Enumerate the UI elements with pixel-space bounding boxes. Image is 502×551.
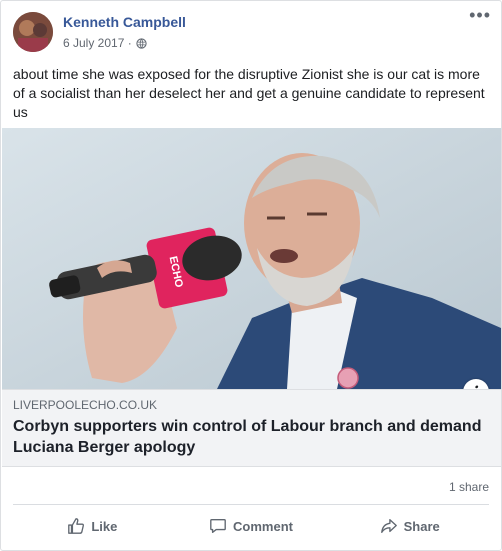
post-date[interactable]: 6 July 2017 · — [63, 36, 132, 50]
avatar[interactable] — [13, 12, 53, 52]
comment-icon — [210, 519, 226, 533]
action-bar: Like Comment Share — [13, 505, 489, 547]
share-button[interactable]: Share — [330, 505, 489, 547]
author-name[interactable]: Kenneth Campbell — [63, 14, 186, 30]
link-headline[interactable]: Corbyn supporters win control of Labour … — [13, 416, 483, 458]
post-text: about time she was exposed for the disru… — [13, 66, 485, 120]
post-card: Kenneth Campbell 6 July 2017 · ••• about… — [0, 0, 502, 551]
globe-icon — [136, 37, 147, 49]
comment-label: Comment — [233, 518, 293, 534]
thumbs-up-icon — [68, 518, 85, 534]
share-label: Share — [403, 518, 440, 534]
more-options-button[interactable]: ••• — [469, 6, 491, 24]
like-button[interactable]: Like — [13, 505, 172, 547]
link-preview[interactable]: LIVERPOOLECHO.CO.UK Corbyn supporters wi… — [2, 389, 501, 467]
share-count[interactable]: 1 share — [449, 480, 489, 494]
comment-button[interactable]: Comment — [172, 505, 331, 547]
share-arrow-icon — [380, 519, 397, 533]
like-label: Like — [91, 518, 118, 534]
link-preview-image[interactable]: ECHO — [2, 128, 501, 389]
link-domain: LIVERPOOLECHO.CO.UK — [13, 398, 158, 412]
post-meta: 6 July 2017 · — [63, 36, 147, 50]
